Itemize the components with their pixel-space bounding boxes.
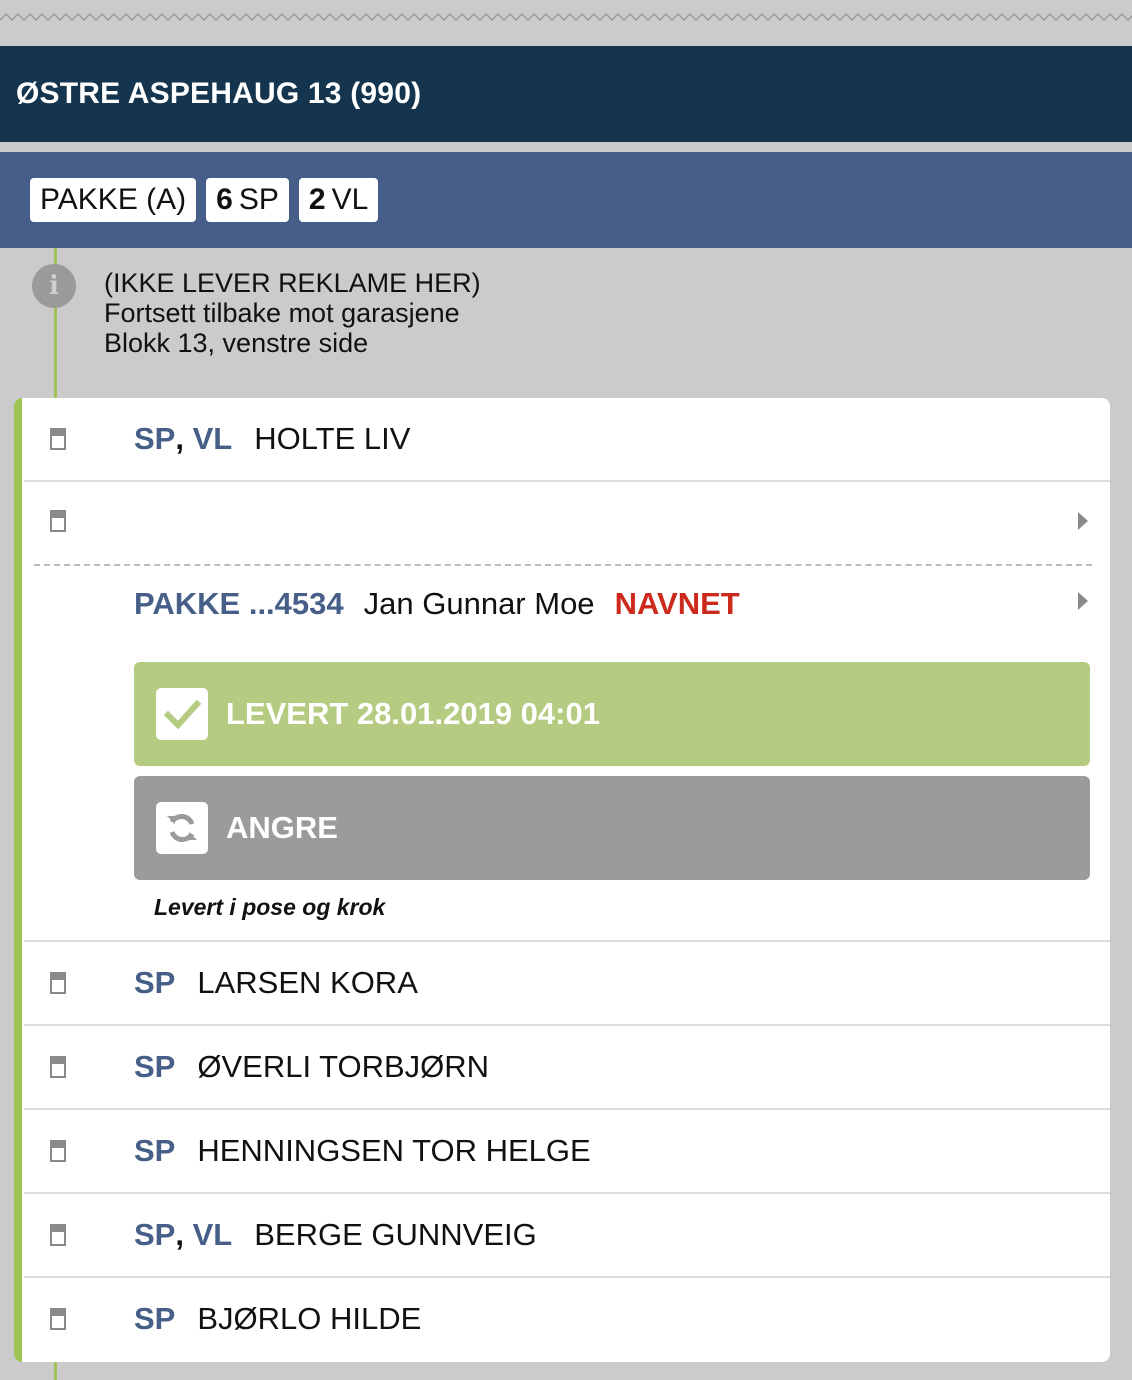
recipient-info: SP, VL BERGE GUNNVEIG	[134, 1217, 537, 1253]
chip-vl-count: 2 VL	[298, 178, 379, 222]
recipient-name: ØVERLI TORBJØRN	[197, 1049, 490, 1084]
address-title: ØSTRE ASPEHAUG 13 (990)	[16, 77, 422, 110]
checkmark-icon	[156, 688, 208, 740]
recipient-name: BERGE GUNNVEIG	[254, 1217, 537, 1252]
recipient-info: SP BJØRLO HILDE	[134, 1301, 421, 1337]
mailbox-icon	[50, 1140, 66, 1162]
recipient-info: SP, VL HOLTE LIV	[134, 421, 410, 457]
recipient-row[interactable]: SP, VL BERGE GUNNVEIG	[24, 1194, 1110, 1278]
subscription-tag: SP	[134, 1217, 176, 1252]
instructions-text: (IKKE LEVER REKLAME HER) Fortsett tilbak…	[104, 268, 704, 358]
recipient-name: HOLTE LIV	[254, 421, 411, 456]
tag-separator: ,	[175, 421, 193, 456]
package-line[interactable]: PAKKE ...4534 Jan Gunnar Moe NAVNET	[134, 586, 740, 622]
package-details: PAKKE ...4534 Jan Gunnar Moe NAVNET LEVE…	[24, 480, 1110, 942]
dashed-divider	[34, 564, 1092, 566]
chip-vl-number: 2	[308, 183, 326, 216]
info-icon: i	[32, 264, 76, 308]
chip-package-label: PAKKE (A)	[40, 183, 187, 216]
delivered-label: LEVERT 28.01.2019 04:01	[226, 696, 600, 731]
subscription-tag: SP	[134, 421, 176, 456]
recipient-name: BJØRLO HILDE	[197, 1301, 422, 1336]
package-id: PAKKE ...4534	[134, 586, 344, 621]
recipient-row[interactable]: SP HENNINGSEN TOR HELGE	[24, 1110, 1110, 1194]
undo-label: ANGRE	[226, 810, 338, 845]
mailbox-icon	[50, 1056, 66, 1078]
recipient-info: SP HENNINGSEN TOR HELGE	[134, 1133, 591, 1169]
chip-sp-count: 6 SP	[206, 178, 289, 222]
torn-edge-decoration	[0, 0, 1132, 46]
tag-separator: ,	[175, 1217, 193, 1252]
chevron-right-icon[interactable]	[1078, 592, 1088, 610]
package-recipient: Jan Gunnar Moe	[363, 586, 595, 621]
chip-vl-label: VL	[331, 183, 369, 216]
chip-package: PAKKE (A)	[30, 178, 197, 222]
chip-sp-label: SP	[238, 183, 279, 216]
mailbox-icon	[50, 972, 66, 994]
subscription-tag: SP	[134, 1049, 176, 1084]
instruction-line: Fortsett tilbake mot garasjene	[104, 298, 460, 328]
recipient-row[interactable]: SP BJØRLO HILDE	[24, 1278, 1110, 1360]
subscription-tag: SP	[134, 1301, 176, 1336]
instruction-line: (IKKE LEVER REKLAME HER)	[104, 268, 481, 298]
package-status: NAVNET	[614, 586, 740, 621]
mailbox-icon	[50, 1308, 66, 1330]
subscription-tag: SP	[134, 1133, 176, 1168]
recipient-list: SP, VL HOLTE LIV PAKKE ...4534 Jan Gunna…	[14, 398, 1110, 1362]
subscription-tag: VL	[192, 1217, 233, 1252]
instruction-line: Blokk 13, venstre side	[104, 328, 369, 358]
delivery-note: Levert i pose og krok	[154, 894, 386, 920]
recipient-info: SP LARSEN KORA	[134, 965, 418, 1001]
recipient-row[interactable]: SP, VL HOLTE LIV	[24, 398, 1110, 482]
mailbox-icon	[50, 1224, 66, 1246]
recipient-name: HENNINGSEN TOR HELGE	[197, 1133, 591, 1168]
address-header[interactable]: ØSTRE ASPEHAUG 13 (990)	[0, 46, 1132, 142]
recipient-info: SP ØVERLI TORBJØRN	[134, 1049, 489, 1085]
recipient-row[interactable]: SP LARSEN KORA	[24, 942, 1110, 1026]
recipient-row[interactable]: SP ØVERLI TORBJØRN	[24, 1026, 1110, 1110]
delivered-button[interactable]: LEVERT 28.01.2019 04:01	[134, 662, 1090, 766]
undo-button[interactable]: ANGRE	[134, 776, 1090, 880]
delivery-summary-bar: PAKKE (A) 6 SP 2 VL	[0, 152, 1132, 248]
subscription-tag: VL	[192, 421, 233, 456]
refresh-icon	[156, 802, 208, 854]
chip-sp-number: 6	[216, 183, 233, 216]
recipient-name: LARSEN KORA	[197, 965, 418, 1000]
mailbox-icon	[50, 428, 66, 450]
subscription-tag: SP	[134, 965, 176, 1000]
